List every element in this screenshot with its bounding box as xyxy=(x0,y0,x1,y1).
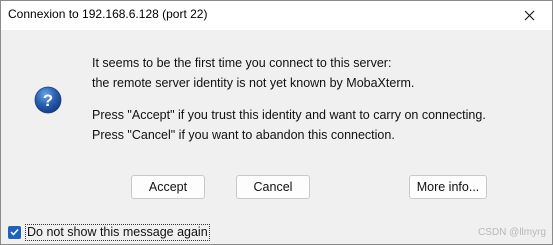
more-info-button[interactable]: More info... xyxy=(409,175,487,199)
window-title: Connexion to 192.168.6.128 (port 22) xyxy=(8,7,208,21)
checkbox-label[interactable]: Do not show this message again xyxy=(25,223,210,241)
checkbox-checked-icon[interactable] xyxy=(8,225,21,239)
close-icon xyxy=(524,10,535,21)
message-block-identity: It seems to be the first time you connec… xyxy=(92,53,414,93)
message-line-3: Press "Accept" if you trust this identit… xyxy=(92,108,486,122)
svg-text:?: ? xyxy=(43,91,53,110)
dialog-window: Connexion to 192.168.6.128 (port 22) ? I… xyxy=(0,0,553,245)
message-block-instructions: Press "Accept" if you trust this identit… xyxy=(92,105,486,145)
message-line-2: the remote server identity is not yet kn… xyxy=(92,76,415,90)
dialog-body: ? It seems to be the first time you conn… xyxy=(1,30,552,244)
cancel-button[interactable]: Cancel xyxy=(236,175,310,199)
message-line-4: Press "Cancel" if you want to abandon th… xyxy=(92,128,395,142)
close-button[interactable] xyxy=(506,1,552,30)
title-bar: Connexion to 192.168.6.128 (port 22) xyxy=(1,1,552,30)
do-not-show-again-checkbox[interactable]: Do not show this message again xyxy=(8,223,210,241)
question-icon: ? xyxy=(34,86,62,114)
message-line-1: It seems to be the first time you connec… xyxy=(92,56,392,70)
watermark: CSDN @llmyrg xyxy=(478,227,546,238)
accept-button[interactable]: Accept xyxy=(131,175,205,199)
